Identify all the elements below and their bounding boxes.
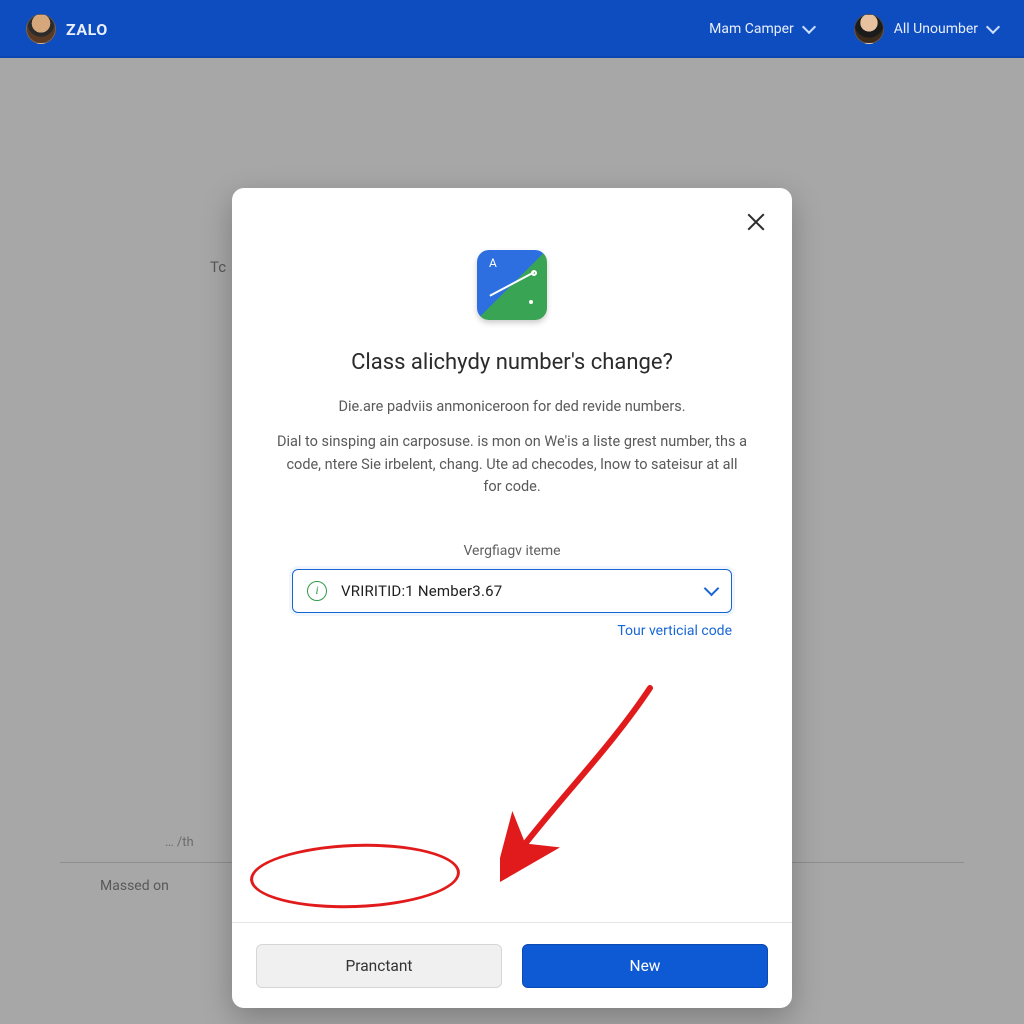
- primary-button[interactable]: New: [522, 944, 768, 988]
- top-header: ZALO Mam Camper All Unoumber: [0, 0, 1024, 58]
- info-icon: i: [307, 581, 327, 601]
- modal-footer: Pranctant New: [232, 922, 792, 1008]
- header-right: Mam Camper All Unoumber: [709, 14, 998, 44]
- avatar: [854, 14, 884, 44]
- brand-name: ZALO: [66, 20, 108, 39]
- header-menu-2-label: All Unoumber: [894, 21, 978, 37]
- chevron-down-icon: [986, 20, 1000, 34]
- select-value: VRIRITID:1 Nember3.67: [341, 582, 502, 600]
- brand-block: ZALO: [26, 14, 108, 44]
- modal-title: Class alichydy number's change?: [351, 350, 673, 375]
- chevron-down-icon: [704, 581, 720, 597]
- modal-body: A Class alichydy number's change? Die.ar…: [232, 188, 792, 639]
- chevron-down-icon: [802, 20, 816, 34]
- avatar[interactable]: [26, 14, 56, 44]
- modal-subtitle: Die.are padviis anmoniceroon for ded rev…: [338, 397, 685, 417]
- header-menu-1-label: Mam Camper: [709, 21, 794, 37]
- select-wrap: i VRIRITID:1 Nember3.67: [292, 569, 732, 613]
- header-menu-2[interactable]: All Unoumber: [854, 14, 998, 44]
- number-select[interactable]: i VRIRITID:1 Nember3.67: [292, 569, 732, 613]
- modal-overlay: A Class alichydy number's change? Die.ar…: [0, 58, 1024, 1024]
- header-menu-1[interactable]: Mam Camper: [709, 21, 814, 37]
- helper-link[interactable]: Tour verticial code: [292, 623, 732, 639]
- secondary-button[interactable]: Pranctant: [256, 944, 502, 988]
- close-icon[interactable]: [744, 210, 768, 234]
- modal-paragraph: Dial to sinsping ain carposuse. is mon o…: [277, 431, 747, 498]
- field-label: Vergfiagv iteme: [463, 543, 560, 559]
- app-icon: A: [477, 250, 547, 320]
- annotation-arrow: [500, 678, 680, 888]
